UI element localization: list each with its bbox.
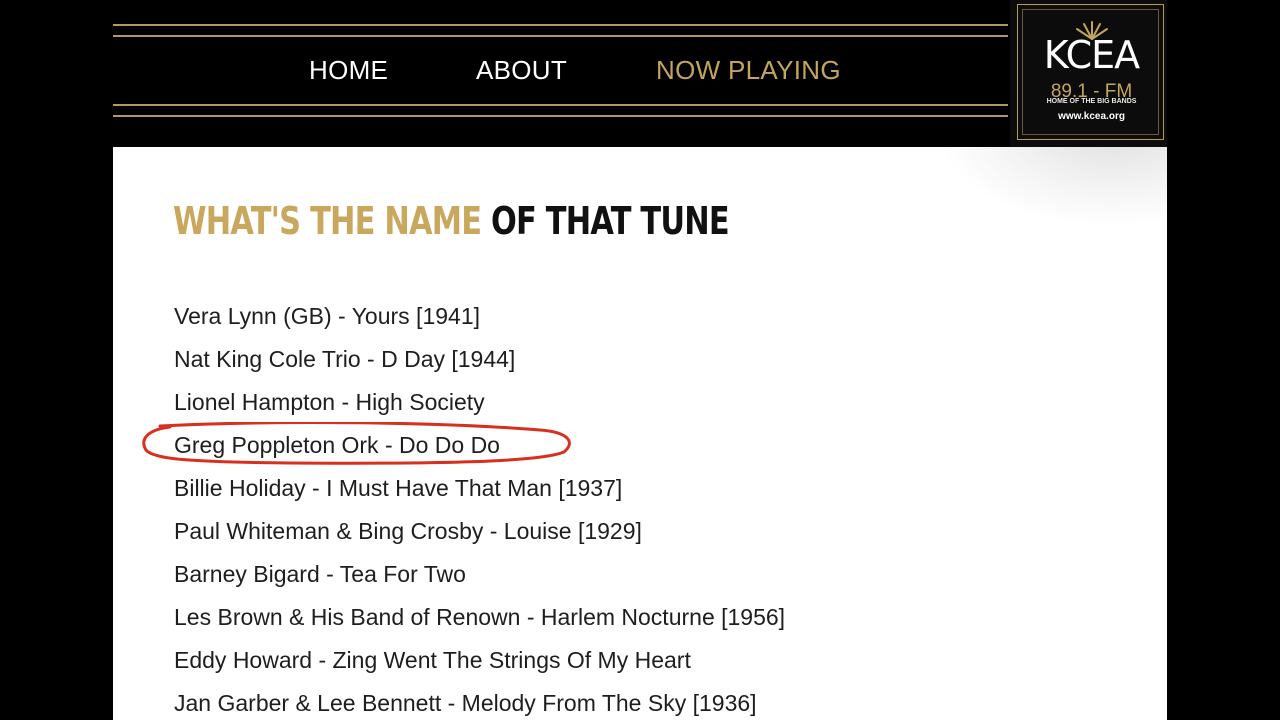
playlist-item: Les Brown & His Band of Renown - Harlem … (174, 604, 786, 630)
page-title-highlight: What's the Name (173, 199, 482, 243)
page-title: What's the Name of That Tune (173, 199, 730, 243)
playlist-item: Paul Whiteman & Bing Crosby - Louise [19… (174, 518, 642, 544)
playlist-item: Eddy Howard - Zing Went The Strings Of M… (174, 647, 691, 673)
playlist-item: Lionel Hampton - High Society (174, 389, 485, 415)
nav-rule-bottom-1 (113, 104, 1008, 106)
nav-about-link[interactable]: ABOUT (476, 55, 567, 86)
annotation-circle (142, 422, 571, 465)
logo-wordmark: KCEA (1043, 33, 1140, 77)
playlist: Vera Lynn (GB) - Yours [1941] Nat King C… (174, 295, 785, 720)
logo-tagline: HOME OF THE BIG BANDS (1046, 98, 1137, 105)
station-logo[interactable]: KCEA 89.1 - FM HOME OF THE BIG BANDS www… (1010, 0, 1167, 147)
logo-frame: KCEA 89.1 - FM HOME OF THE BIG BANDS www… (1017, 4, 1164, 140)
playlist-item: Billie Holiday - I Must Have That Man [1… (174, 475, 623, 501)
nav-rule-top-1 (113, 24, 1008, 26)
nav-home-link[interactable]: HOME (309, 55, 388, 86)
playlist-item: Vera Lynn (GB) - Yours [1941] (174, 303, 480, 329)
page-title-rest: of That Tune (490, 199, 730, 243)
decorative-shadow (933, 147, 1167, 227)
top-nav: HOME ABOUT NOW PLAYING (113, 0, 1008, 147)
nav-rule-top-2 (113, 35, 1008, 37)
playlist-item: Jan Garber & Lee Bennett - Melody From T… (174, 690, 757, 716)
playlist-item: Nat King Cole Trio - D Day [1944] (174, 346, 516, 372)
playlist-item: Barney Bigard - Tea For Two (174, 561, 466, 587)
nav-now-playing-link[interactable]: NOW PLAYING (656, 55, 841, 86)
logo-url: www.kcea.org (1058, 111, 1125, 122)
nav-rule-bottom-2 (113, 115, 1008, 117)
